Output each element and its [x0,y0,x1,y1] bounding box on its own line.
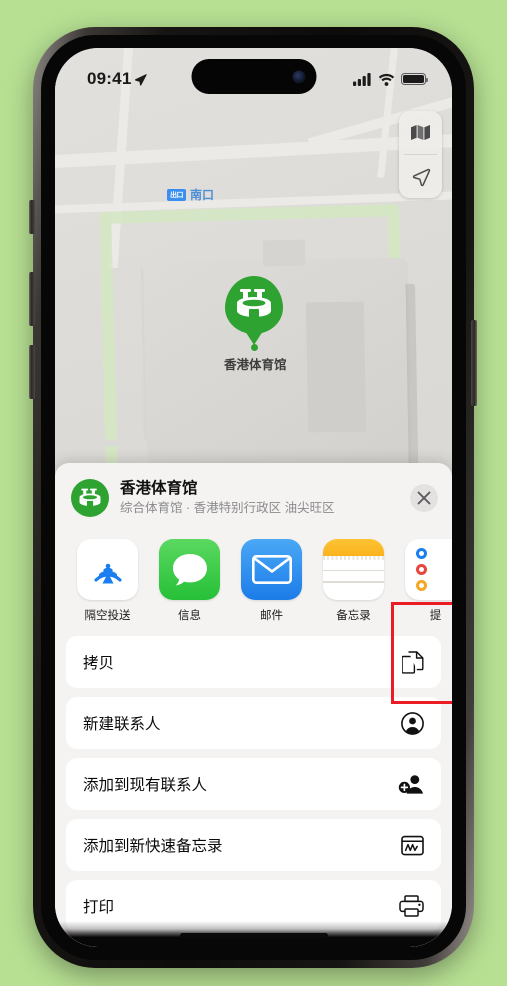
notes-line [323,570,384,572]
notes-line [323,581,384,583]
notes-header-band [323,539,384,556]
action-row-add-existing-contact[interactable]: 添加到现有联系人 [66,758,441,810]
cellular-bars-icon [353,72,371,86]
poi-label: 香港体育馆 [224,358,287,372]
share-action-list: 拷贝 新建联系人 添加到现有联系人 添加到新快速备忘录 打印 [55,636,452,932]
action-label: 拷贝 [83,655,115,672]
map-building-stub [262,239,306,267]
locate-me-button[interactable] [399,155,442,198]
reminder-dot-blue [416,548,427,559]
folded-map-icon [411,125,430,140]
reminder-dot-red [416,564,427,575]
share-app-row: 隔空投送 信息 邮件 备忘录 提 [55,531,452,636]
airdrop-icon [77,539,138,600]
transit-exit-badge: 出口 [167,188,186,201]
map-type-button[interactable] [399,111,442,154]
map-controls-group [399,111,442,198]
copy-icon [402,650,424,674]
map-poi-marker[interactable]: 香港体育馆 [224,276,287,373]
messages-icon [159,539,220,600]
share-app-label: 邮件 [260,610,283,622]
action-label: 打印 [83,899,115,916]
status-time-group: 09:41 [87,69,148,89]
share-app-mail[interactable]: 邮件 [241,539,302,623]
action-label: 新建联系人 [83,716,161,733]
close-button[interactable] [410,484,438,512]
share-app-label: 备忘录 [336,610,371,622]
map-building-wing [305,301,367,433]
dynamic-island [191,59,316,94]
share-app-label: 隔空投送 [84,610,131,622]
action-button[interactable] [29,200,35,234]
volume-up-button[interactable] [29,272,35,326]
share-app-label: 信息 [178,610,201,622]
person-add-icon [398,773,424,795]
battery-fill [403,75,424,83]
map-transit-label[interactable]: 出口 南口 [167,186,214,203]
battery-full-icon [401,73,429,85]
stadium-icon [79,488,101,507]
phone-screen: 出口 南口 香港体育馆 09:41 香港体育馆 综合体育馆 · 香港特别行政区 … [55,48,452,947]
share-sheet-header: 香港体育馆 综合体育馆 · 香港特别行政区 油尖旺区 [55,463,452,531]
place-title: 香港体育馆 [120,480,198,498]
share-app-messages[interactable]: 信息 [159,539,220,623]
stadium-icon [237,289,271,318]
action-row-copy[interactable]: 拷贝 [66,636,441,688]
map-road [55,131,452,170]
share-app-reminders[interactable]: 提 [405,539,452,623]
place-avatar [71,479,109,517]
action-row-new-quick-note[interactable]: 添加到新快速备忘录 [66,819,441,871]
quick-note-icon [401,835,424,856]
action-row-new-contact[interactable]: 新建联系人 [66,697,441,749]
action-card: 添加到新快速备忘录 [66,819,441,871]
wifi-icon [378,73,395,86]
close-x-icon [417,491,431,505]
reminder-dot-orange [416,580,427,591]
action-card: 添加到现有联系人 [66,758,441,810]
notes-icon [323,539,384,600]
notes-perforation [323,556,384,560]
poi-anchor-dot [250,344,258,351]
person-circle-icon [401,711,424,735]
front-camera-icon [292,70,305,83]
poi-pin-shape [225,276,283,334]
share-app-airdrop[interactable]: 隔空投送 [77,539,138,623]
action-label: 添加到新快速备忘录 [83,838,223,855]
action-label: 添加到现有联系人 [83,777,208,794]
power-button[interactable] [471,320,477,406]
home-indicator[interactable] [179,932,328,938]
volume-down-button[interactable] [29,345,35,399]
share-app-label: 提 [429,610,442,622]
share-sheet: 香港体育馆 综合体育馆 · 香港特别行政区 油尖旺区 隔空投送 信息 邮件 备忘… [55,463,452,947]
place-info: 香港体育馆 综合体育馆 · 香港特别行政区 油尖旺区 [120,479,399,516]
status-time: 09:41 [87,69,132,88]
action-card: 拷贝 [66,636,441,688]
transit-exit-name: 南口 [190,188,215,202]
location-arrow-icon [135,73,148,86]
reminders-icon [405,539,452,600]
share-app-notes[interactable]: 备忘录 [323,539,384,623]
mail-icon [241,539,302,600]
place-subtitle: 综合体育馆 · 香港特别行政区 油尖旺区 [120,500,335,515]
printer-icon [399,895,424,917]
navigation-arrow-icon [412,168,430,186]
status-indicators [353,72,429,86]
action-card: 新建联系人 [66,697,441,749]
